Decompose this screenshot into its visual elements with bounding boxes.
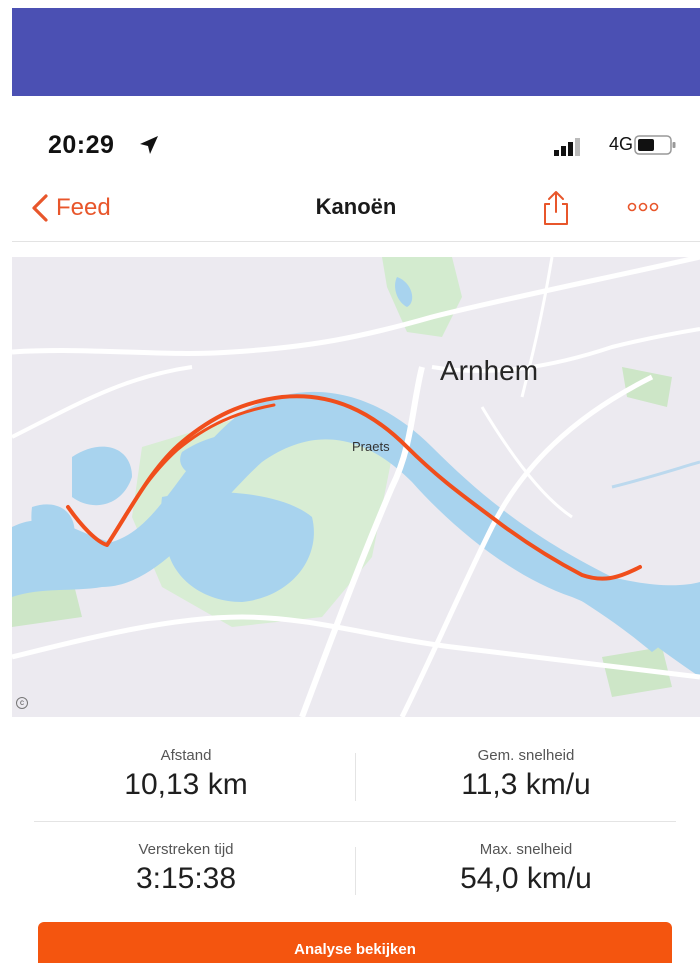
back-button[interactable]: Feed <box>30 186 111 230</box>
location-arrow-icon <box>140 136 158 154</box>
stat-value: 54,0 km/u <box>460 862 592 895</box>
more-dots-icon[interactable] <box>624 194 662 220</box>
divider <box>355 847 356 895</box>
banner-band <box>12 8 700 96</box>
map-canvas <box>12 257 700 717</box>
status-bar: 20:29 4G <box>12 98 700 180</box>
stat-elapsed-time: Verstreken tijd 3:15:38 <box>36 841 336 896</box>
map-place-label: Praets <box>352 439 390 454</box>
route-map[interactable]: Arnhem Praets c <box>12 257 700 717</box>
divider <box>355 753 356 801</box>
stat-distance: Afstand 10,13 km <box>36 747 336 802</box>
frame-left-margin <box>0 0 12 963</box>
stats-panel: Afstand 10,13 km Gem. snelheid 11,3 km/u… <box>12 717 700 923</box>
battery-icon <box>634 135 676 155</box>
stat-label: Gem. snelheid <box>477 747 575 764</box>
stat-value: 11,3 km/u <box>461 768 591 801</box>
network-label: 4G <box>609 134 634 154</box>
chevron-left-icon <box>32 194 48 222</box>
top-banner <box>0 0 700 98</box>
stat-value: 10,13 km <box>124 768 248 801</box>
status-time: 20:29 <box>48 131 115 159</box>
stat-label: Afstand <box>160 747 212 764</box>
nav-bar: Feed Kanoën <box>12 180 700 242</box>
map-attribution-icon[interactable]: c <box>16 697 28 709</box>
stat-label: Max. snelheid <box>479 841 573 858</box>
divider <box>34 821 676 822</box>
page-title: Kanoën <box>315 194 397 219</box>
stat-max-speed: Max. snelheid 54,0 km/u <box>376 841 676 896</box>
map-city-label: Arnhem <box>440 355 539 386</box>
analyse-button[interactable]: Analyse bekijken <box>38 922 672 963</box>
stat-label: Verstreken tijd <box>138 841 234 858</box>
signal-bars-icon <box>554 138 580 156</box>
stat-value: 3:15:38 <box>135 862 237 895</box>
back-label: Feed <box>56 194 111 221</box>
stat-avg-speed: Gem. snelheid 11,3 km/u <box>376 747 676 802</box>
share-icon[interactable] <box>538 188 574 228</box>
